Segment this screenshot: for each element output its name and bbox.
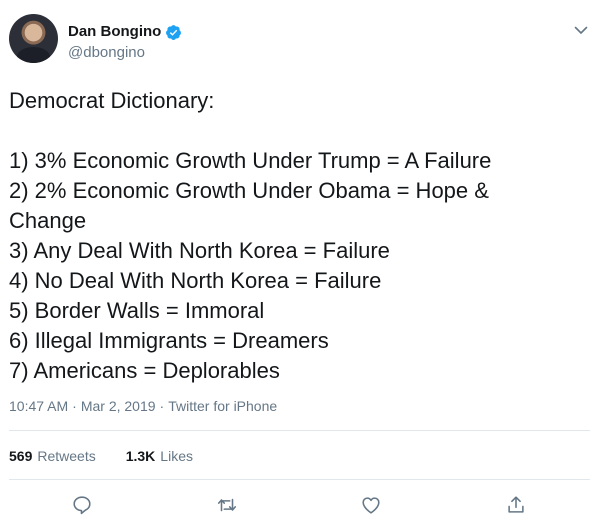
- tweet-text: Democrat Dictionary: 1) 3% Economic Grow…: [9, 88, 492, 383]
- meta-separator: ·: [159, 398, 165, 414]
- retweets-label: Retweets: [37, 448, 96, 464]
- divider: [9, 479, 590, 480]
- share-icon: [508, 496, 524, 513]
- tweet-source[interactable]: Twitter for iPhone: [168, 397, 277, 415]
- like-button[interactable]: [359, 493, 383, 517]
- retweets-count: 569: [9, 448, 33, 464]
- tweet-time[interactable]: 10:47 AM: [9, 397, 68, 415]
- avatar[interactable]: [9, 14, 58, 63]
- meta-separator: ·: [72, 398, 77, 414]
- author-display-name[interactable]: Dan Bongino: [68, 23, 161, 41]
- retweets-stat[interactable]: 569 Retweets: [9, 447, 96, 465]
- likes-stat[interactable]: 1.3K Likes: [126, 447, 193, 465]
- reply-button[interactable]: [70, 493, 94, 517]
- divider: [9, 430, 590, 431]
- author-handle[interactable]: @dbongino: [68, 44, 145, 62]
- likes-label: Likes: [160, 448, 193, 464]
- tweet-card: Dan Bongino @dbongino Democrat Dictionar…: [0, 0, 600, 531]
- retweet-icon: [217, 498, 237, 512]
- verified-badge-icon: [166, 24, 182, 40]
- share-button[interactable]: [504, 493, 528, 517]
- tweet-meta: 10:47 AM · Mar 2, 2019 · Twitter for iPh…: [9, 397, 277, 415]
- tweet-stats: 569 Retweets 1.3K Likes: [9, 447, 193, 465]
- likes-count: 1.3K: [125, 448, 156, 464]
- author-name-row[interactable]: Dan Bongino: [68, 23, 182, 41]
- tweet-date[interactable]: Mar 2, 2019: [81, 397, 156, 415]
- heart-icon: [362, 497, 380, 514]
- chevron-down-icon[interactable]: [573, 22, 589, 38]
- tweet-actions: [0, 491, 600, 519]
- retweet-button[interactable]: [215, 493, 239, 517]
- reply-icon: [73, 496, 91, 515]
